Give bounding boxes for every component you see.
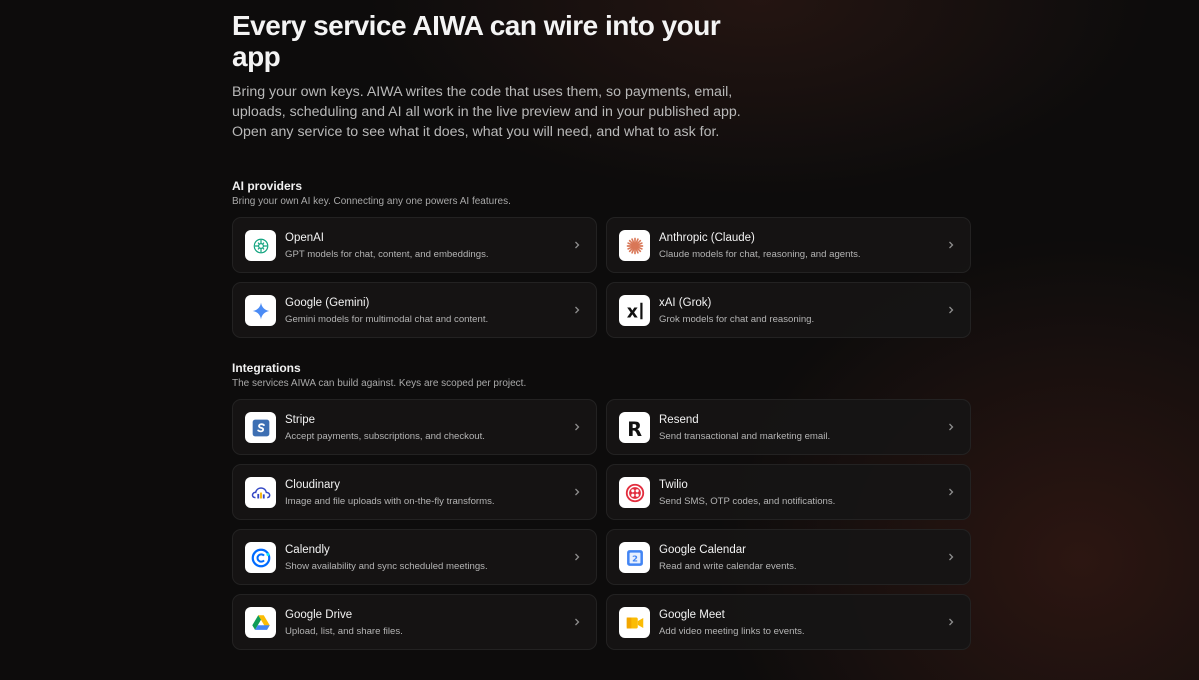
svg-text:R: R <box>627 417 642 438</box>
integrations-section: Integrations The services AIWA can build… <box>232 361 971 650</box>
service-description: GPT models for chat, content, and embedd… <box>285 249 489 260</box>
ai-providers-section: AI providers Bring your own AI key. Conn… <box>232 179 971 338</box>
service-card-google-calendar[interactable]: 2 Google Calendar Read and write calenda… <box>606 529 971 585</box>
section-subtitle: Bring your own AI key. Connecting any on… <box>232 196 511 207</box>
service-name: Google Drive <box>285 609 353 621</box>
svg-text:x: x <box>626 302 637 322</box>
service-name: Google Meet <box>659 609 725 621</box>
service-description: Grok models for chat and reasoning. <box>659 314 815 325</box>
service-description: Claude models for chat, reasoning, and a… <box>659 249 861 260</box>
chevron-right-icon <box>575 618 580 626</box>
chevron-right-icon <box>575 488 580 496</box>
resend-icon: R <box>619 412 650 443</box>
service-name: Calendly <box>285 544 330 556</box>
service-name: Google Calendar <box>659 544 746 556</box>
service-description: Send SMS, OTP codes, and notifications. <box>659 496 836 507</box>
openai-icon <box>245 230 276 261</box>
service-description: Send transactional and marketing email. <box>659 431 831 442</box>
stripe-icon <box>245 412 276 443</box>
service-description: Show availability and sync scheduled mee… <box>285 561 488 572</box>
page-title: Every service AIWA can wire into your ap… <box>232 10 721 72</box>
cloudinary-icon <box>245 477 276 508</box>
chevron-right-icon <box>575 423 580 431</box>
service-description: Read and write calendar events. <box>659 561 797 572</box>
svg-text:2: 2 <box>632 553 638 563</box>
page-description: Bring your own keys. AIWA writes the cod… <box>232 84 741 140</box>
service-card-xai[interactable]: x xAI (Grok) Grok models for chat and re… <box>606 282 971 338</box>
service-name: Google (Gemini) <box>285 297 370 309</box>
service-name: Resend <box>659 414 699 426</box>
service-name: Twilio <box>659 479 688 491</box>
service-name: OpenAI <box>285 232 324 244</box>
service-card-anthropic[interactable]: Anthropic (Claude) Claude models for cha… <box>606 217 971 273</box>
section-title: Integrations <box>232 361 301 375</box>
service-description: Image and file uploads with on-the-fly t… <box>285 496 495 507</box>
google-calendar-icon: 2 <box>619 542 650 573</box>
calendly-icon <box>245 542 276 573</box>
chevron-right-icon <box>949 241 954 249</box>
service-name: Stripe <box>285 414 316 426</box>
service-description: Add video meeting links to events. <box>659 626 805 637</box>
service-card-calendly[interactable]: Calendly Show availability and sync sche… <box>232 529 597 585</box>
chevron-right-icon <box>949 423 954 431</box>
section-title: AI providers <box>232 179 303 193</box>
chevron-right-icon <box>949 306 954 314</box>
service-card-gemini[interactable]: Google (Gemini) Gemini models for multim… <box>232 282 597 338</box>
service-card-openai[interactable]: OpenAI GPT models for chat, content, and… <box>232 217 597 273</box>
section-subtitle: The services AIWA can build against. Key… <box>232 378 527 389</box>
twilio-icon <box>619 477 650 508</box>
google-drive-icon <box>245 607 276 638</box>
chevron-right-icon <box>575 553 580 561</box>
service-description: Accept payments, subscriptions, and chec… <box>285 431 485 442</box>
chevron-right-icon <box>949 553 954 561</box>
google-meet-icon <box>619 607 650 638</box>
service-name: Anthropic (Claude) <box>659 232 755 244</box>
service-name: xAI (Grok) <box>659 297 712 309</box>
chevron-right-icon <box>949 488 954 496</box>
service-card-cloudinary[interactable]: Cloudinary Image and file uploads with o… <box>232 464 597 520</box>
chevron-right-icon <box>949 618 954 626</box>
service-card-resend[interactable]: R Resend Send transactional and marketin… <box>606 399 971 455</box>
gemini-icon <box>245 295 276 326</box>
anthropic-icon <box>619 230 650 261</box>
service-card-google-meet[interactable]: Google Meet Add video meeting links to e… <box>606 594 971 650</box>
service-name: Cloudinary <box>285 479 340 491</box>
xai-icon: x <box>619 295 650 326</box>
service-description: Upload, list, and share files. <box>285 626 403 637</box>
service-card-twilio[interactable]: Twilio Send SMS, OTP codes, and notifica… <box>606 464 971 520</box>
service-card-stripe[interactable]: Stripe Accept payments, subscriptions, a… <box>232 399 597 455</box>
chevron-right-icon <box>575 241 580 249</box>
service-card-google-drive[interactable]: Google Drive Upload, list, and share fil… <box>232 594 597 650</box>
chevron-right-icon <box>575 306 580 314</box>
service-description: Gemini models for multimodal chat and co… <box>285 314 489 325</box>
